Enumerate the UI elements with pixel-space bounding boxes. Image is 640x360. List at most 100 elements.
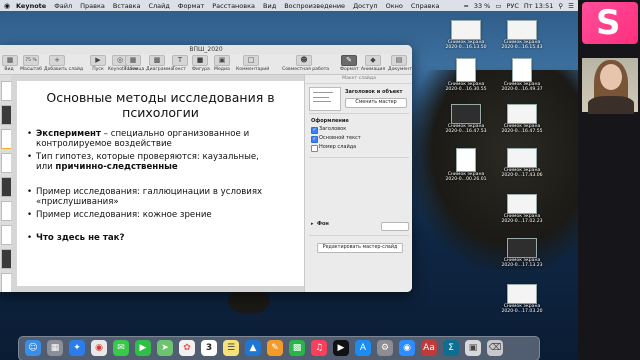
toolbar-label: Добавить слайд (44, 67, 84, 72)
menu-keynote[interactable]: Keynote (12, 2, 50, 10)
numbers-icon[interactable]: ▩ (289, 340, 305, 356)
text-button[interactable]: T Текст (172, 55, 188, 73)
menu-edit[interactable]: Правка (76, 2, 109, 10)
format-button[interactable]: ✎ Формат (340, 55, 359, 73)
desktop-file[interactable]: Снимок экрана 2020-0...16.49.37 (494, 58, 550, 93)
change-master-button[interactable]: Сменить мастер (345, 98, 407, 108)
zoom-button[interactable]: 75 % Масштаб (20, 55, 42, 73)
facetime-icon[interactable]: ▶ (135, 340, 151, 356)
pages-icon[interactable]: ✎ (267, 340, 283, 356)
divider (309, 157, 409, 158)
battery-percent[interactable]: 33 % (474, 2, 491, 10)
bullet-bold: Что здесь не так? (36, 233, 125, 243)
file-thumbnail (456, 148, 476, 172)
trash-icon[interactable]: ⌫ (487, 340, 503, 356)
tv-icon[interactable]: ▶ (333, 340, 349, 356)
music-icon[interactable]: ♫ (311, 340, 327, 356)
file-date: 2020-0...17.13.23 (501, 263, 543, 269)
desktop-file[interactable]: Снимок экрана 2020-0...16.47.55 (494, 104, 550, 135)
person-face (600, 64, 622, 90)
disclosure-triangle-icon[interactable]: ▸ (311, 221, 314, 227)
slide-title[interactable]: Основные методы исследования в психологи… (17, 90, 304, 120)
menu-help[interactable]: Справка (407, 2, 444, 10)
body-checkbox[interactable]: ✓ (311, 136, 318, 143)
appearance-heading: Оформление (311, 118, 349, 124)
desktop-file[interactable]: Снимок экрана 2020-0...17.03.20 (494, 284, 550, 315)
table-button[interactable]: ▦ Таблица (124, 55, 144, 73)
dictionary-icon[interactable]: Aa (421, 340, 437, 356)
webcam-feed (582, 58, 638, 114)
file-thumbnail (456, 58, 476, 82)
background-color-well[interactable] (381, 222, 409, 231)
menu-file[interactable]: Файл (50, 2, 76, 10)
desktop-file[interactable]: Снимок экрана 2020-0...17.13.23 (494, 238, 550, 269)
media-button[interactable]: ▣ Медиа (214, 55, 230, 73)
chrome-icon[interactable]: ◉ (91, 340, 107, 356)
appstore-icon[interactable]: A (355, 340, 371, 356)
desktop-file[interactable]: Снимок экрана 2020-0...00.26.01 (438, 148, 494, 183)
menu-arrange[interactable]: Расстановка (208, 2, 259, 10)
menu-insert[interactable]: Вставка (109, 2, 145, 10)
document-button[interactable]: ▤ Документ (388, 55, 412, 73)
menubar-clock[interactable]: Пт 13:51 (524, 2, 553, 10)
menu-view[interactable]: Вид (259, 2, 280, 10)
menu-share[interactable]: Доступ (349, 2, 382, 10)
desktop-file[interactable]: Снимок экрана 2020-0...16.13.50 (438, 20, 494, 51)
slide-canvas: Основные методы исследования в психологи… (11, 75, 304, 292)
menu-window[interactable]: Окно (382, 2, 407, 10)
finder-icon[interactable]: ☺ (25, 340, 41, 356)
desktop-file[interactable]: Снимок экрана 2020-0...17.02.23 (494, 194, 550, 225)
toolbar-label: Совместная работа (282, 67, 330, 72)
toolbar-label: Текст (172, 67, 186, 72)
bullet-example-1[interactable]: • Пример исследования: галлюцинации в ус… (27, 187, 298, 207)
bullet-example-2[interactable]: • Пример исследования: кожное зрение (27, 210, 298, 220)
math-icon[interactable]: Σ (443, 340, 459, 356)
view-button[interactable]: ▦ Вид (2, 55, 18, 73)
slide[interactable]: Основные методы исследования в психологи… (17, 81, 304, 286)
spotlight-icon[interactable]: ⚲ (558, 2, 563, 10)
calendar-icon[interactable]: 3 (201, 340, 217, 356)
control-center-icon[interactable]: ☰ (568, 2, 574, 10)
apple-menu-icon[interactable]: ◉ (2, 2, 12, 10)
desktop-file[interactable]: Снимок экрана 2020-0...16.15.43 (494, 20, 550, 51)
collaborate-button[interactable]: ☻ Совместная работа (282, 55, 330, 73)
settings-icon[interactable]: ⚙ (377, 340, 393, 356)
bullet-question[interactable]: • Что здесь не так? (27, 233, 298, 243)
edit-master-button[interactable]: Редактировать мастер-слайд (317, 243, 403, 253)
menu-format[interactable]: Формат (174, 2, 208, 10)
play-button[interactable]: ▶ Пуск (90, 55, 106, 73)
animate-button[interactable]: ◆ Анимация (360, 55, 386, 73)
chart-button[interactable]: ▩ Диаграмма (146, 55, 173, 73)
collaborate-icon: ☻ (296, 55, 312, 66)
desktop-file[interactable]: Снимок экрана 2020-0...17.43.06 (494, 148, 550, 179)
messages-icon[interactable]: ✉ (113, 340, 129, 356)
zoom-icon[interactable]: ◉ (399, 340, 415, 356)
preview-icon[interactable]: ▣ (465, 340, 481, 356)
battery-icon[interactable]: ▭ (495, 2, 501, 10)
notes-icon[interactable]: ☰ (223, 340, 239, 356)
toolbar-label: Медиа (214, 67, 230, 72)
number-checkbox[interactable] (311, 145, 318, 152)
input-language[interactable]: РУС (507, 2, 519, 10)
layout-thumbnail[interactable] (309, 87, 341, 111)
comment-button[interactable]: □ Комментарий (236, 55, 269, 73)
keynote-icon[interactable]: ▲ (245, 340, 261, 356)
launchpad-icon[interactable]: ▦ (47, 340, 63, 356)
add-slide-button[interactable]: + Добавить слайд (44, 55, 83, 73)
maps-icon[interactable]: ➤ (157, 340, 173, 356)
bullet-dot: • (27, 233, 33, 243)
photos-icon[interactable]: ✿ (179, 340, 195, 356)
bullet-experiment[interactable]: • Эксперимент – специально организованно… (27, 129, 298, 149)
menu-play[interactable]: Воспроизведение (280, 2, 349, 10)
wifi-icon[interactable]: ≈ (463, 2, 468, 10)
desktop-file[interactable]: Снимок экрана 2020-0...16.30.55 (438, 58, 494, 93)
title-checkbox[interactable]: ✓ (311, 127, 318, 134)
number-checkbox-label: Номер слайда (319, 144, 357, 150)
safari-icon[interactable]: ✦ (69, 340, 85, 356)
menu-slide[interactable]: Слайд (144, 2, 173, 10)
desktop-file[interactable]: Снимок экрана 2020-0...16.47.53 (438, 104, 494, 135)
divider (309, 235, 409, 236)
bullet-hypotheses[interactable]: • Тип гипотез, которые проверяются: кауз… (27, 152, 298, 172)
chart-icon: ▩ (149, 55, 165, 66)
shape-button[interactable]: ■ Фигура (192, 55, 210, 73)
